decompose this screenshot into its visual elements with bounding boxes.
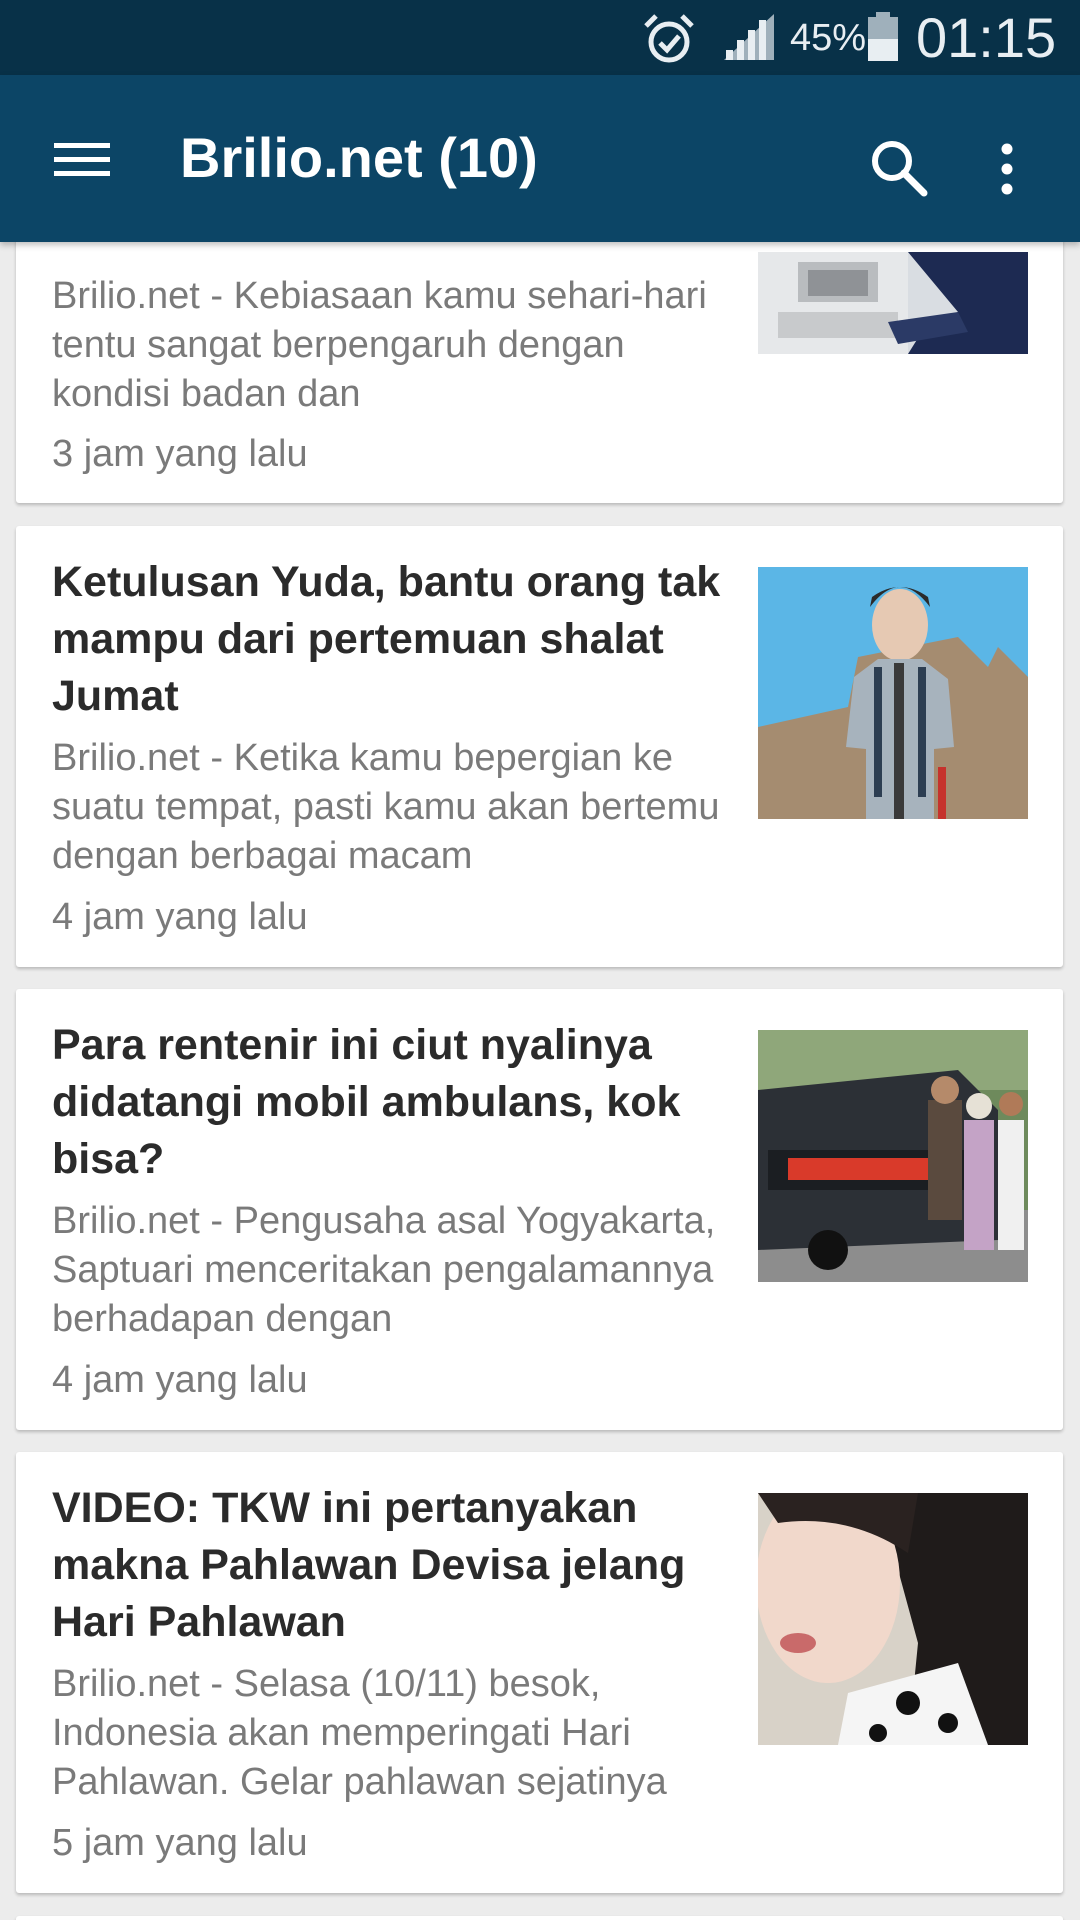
article-card-4[interactable]: VIDEO: TKW ini pertanyakan makna Pahlawa… bbox=[16, 1452, 1063, 1893]
menu-icon bbox=[54, 143, 110, 176]
article-summary: Brilio.net - Pengusaha asal Yogyakarta, … bbox=[52, 1200, 716, 1340]
article-summary: Brilio.net - Selasa (10/11) besok, Indon… bbox=[52, 1663, 667, 1803]
app-bar: Brilio.net (10) bbox=[0, 75, 1080, 242]
article-time: 4 jam yang lalu bbox=[52, 1359, 308, 1401]
article-time: 5 jam yang lalu bbox=[52, 1822, 308, 1864]
article-feed[interactable]: Brilio.net - Kebiasaan kamu sehari-hari … bbox=[0, 0, 1080, 1920]
article-summary: Brilio.net - Ketika kamu bepergian ke su… bbox=[52, 737, 720, 877]
article-time: 3 jam yang lalu bbox=[52, 433, 308, 475]
screen: Brilio.net - Kebiasaan kamu sehari-hari … bbox=[0, 0, 1080, 1920]
article-thumbnail bbox=[758, 567, 1028, 819]
more-options-button[interactable] bbox=[982, 129, 1032, 209]
article-thumbnail bbox=[758, 1493, 1028, 1745]
article-card-5[interactable] bbox=[16, 1916, 1063, 1920]
search-icon bbox=[872, 141, 928, 197]
battery-percent: 45% bbox=[790, 17, 867, 59]
menu-button[interactable] bbox=[40, 125, 128, 193]
signal-icon bbox=[724, 14, 774, 60]
article-card-2[interactable]: Ketulusan Yuda, bantu orang tak mampu da… bbox=[16, 526, 1063, 967]
article-headline: Para rentenir ini ciut nyalinya didatang… bbox=[52, 1021, 681, 1183]
app-title: Brilio.net (10) bbox=[180, 126, 538, 189]
battery-icon bbox=[868, 12, 898, 61]
status-bar: 45% 01:15 bbox=[0, 0, 1080, 75]
article-time: 4 jam yang lalu bbox=[52, 896, 308, 938]
more-vert-icon bbox=[1001, 143, 1013, 195]
article-card-3[interactable]: Para rentenir ini ciut nyalinya didatang… bbox=[16, 989, 1063, 1430]
clock: 01:15 bbox=[916, 6, 1057, 69]
article-summary: Brilio.net - Kebiasaan kamu sehari-hari … bbox=[52, 275, 707, 415]
article-thumbnail bbox=[758, 252, 1028, 354]
alarm-icon bbox=[644, 14, 694, 63]
article-headline: Ketulusan Yuda, bantu orang tak mampu da… bbox=[52, 558, 721, 720]
article-headline: VIDEO: TKW ini pertanyakan makna Pahlawa… bbox=[52, 1484, 686, 1646]
search-button[interactable] bbox=[860, 129, 940, 209]
article-thumbnail bbox=[758, 1030, 1028, 1282]
